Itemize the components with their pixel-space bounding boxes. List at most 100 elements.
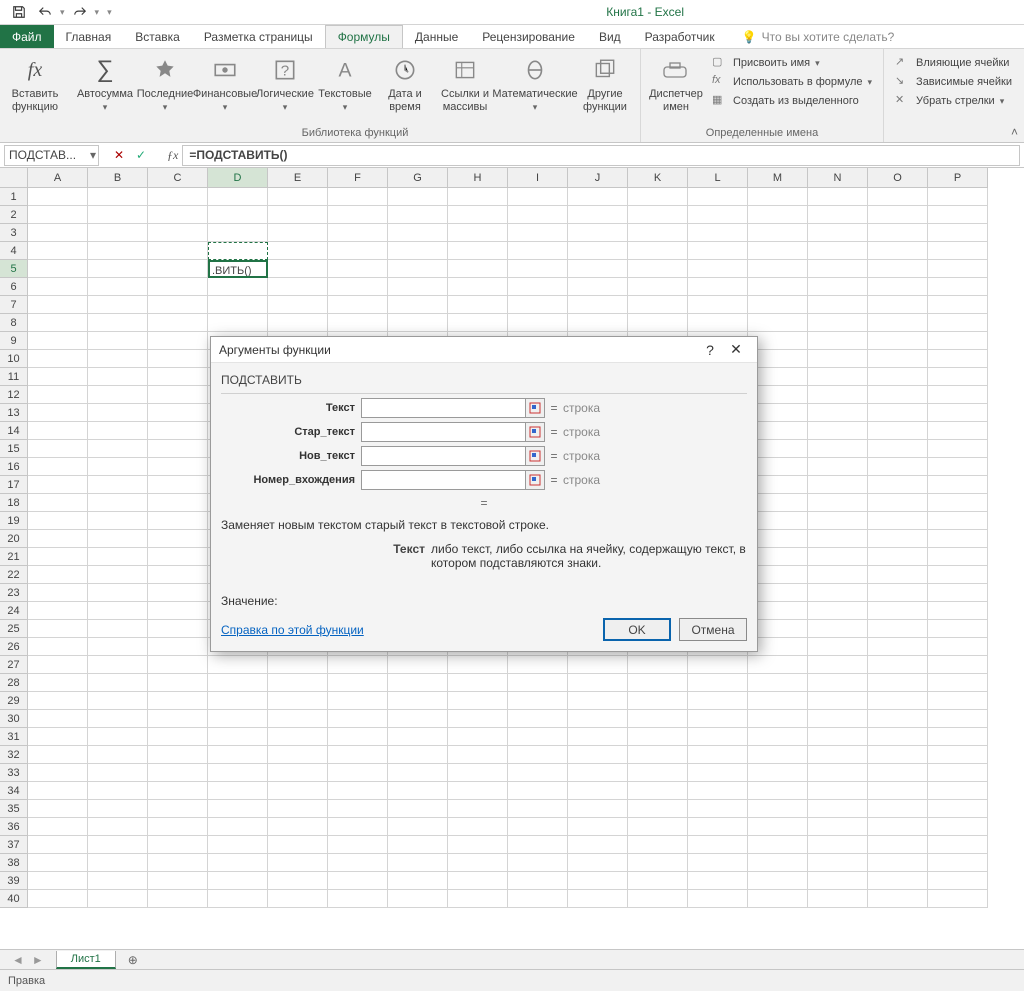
cell-O2[interactable] bbox=[868, 206, 928, 224]
cell-M2[interactable] bbox=[748, 206, 808, 224]
cell-E8[interactable] bbox=[268, 314, 328, 332]
cell-P34[interactable] bbox=[928, 782, 988, 800]
arg-ref-picker-1[interactable] bbox=[525, 422, 545, 442]
cell-N25[interactable] bbox=[808, 620, 868, 638]
cell-N28[interactable] bbox=[808, 674, 868, 692]
cell-J39[interactable] bbox=[568, 872, 628, 890]
cell-A3[interactable] bbox=[28, 224, 88, 242]
cell-G40[interactable] bbox=[388, 890, 448, 908]
cell-N37[interactable] bbox=[808, 836, 868, 854]
namebox-dd-icon[interactable]: ▾ bbox=[90, 148, 96, 162]
row-header-7[interactable]: 7 bbox=[0, 296, 28, 314]
cell-B21[interactable] bbox=[88, 548, 148, 566]
cell-H2[interactable] bbox=[448, 206, 508, 224]
cell-A19[interactable] bbox=[28, 512, 88, 530]
cell-A20[interactable] bbox=[28, 530, 88, 548]
cell-O15[interactable] bbox=[868, 440, 928, 458]
tell-me[interactable]: 💡 Что вы хотите сделать? bbox=[727, 25, 895, 48]
row-header-11[interactable]: 11 bbox=[0, 368, 28, 386]
cell-G29[interactable] bbox=[388, 692, 448, 710]
cell-J8[interactable] bbox=[568, 314, 628, 332]
cell-A33[interactable] bbox=[28, 764, 88, 782]
cell-H34[interactable] bbox=[448, 782, 508, 800]
cell-C9[interactable] bbox=[148, 332, 208, 350]
cell-K27[interactable] bbox=[628, 656, 688, 674]
cell-J6[interactable] bbox=[568, 278, 628, 296]
cell-N27[interactable] bbox=[808, 656, 868, 674]
cell-G32[interactable] bbox=[388, 746, 448, 764]
col-header-K[interactable]: K bbox=[628, 168, 688, 188]
cell-O38[interactable] bbox=[868, 854, 928, 872]
cell-E4[interactable] bbox=[268, 242, 328, 260]
lookup-button[interactable]: Ссылки и массивы bbox=[436, 52, 494, 114]
tab-insert[interactable]: Вставка bbox=[123, 25, 192, 48]
cell-J34[interactable] bbox=[568, 782, 628, 800]
cell-J31[interactable] bbox=[568, 728, 628, 746]
cell-O1[interactable] bbox=[868, 188, 928, 206]
cell-O32[interactable] bbox=[868, 746, 928, 764]
cell-C19[interactable] bbox=[148, 512, 208, 530]
cell-D2[interactable] bbox=[208, 206, 268, 224]
cell-K40[interactable] bbox=[628, 890, 688, 908]
remove-arrows-button[interactable]: ✕Убрать стрелки ▾ bbox=[890, 92, 1017, 110]
col-header-H[interactable]: H bbox=[448, 168, 508, 188]
cell-O6[interactable] bbox=[868, 278, 928, 296]
cell-L32[interactable] bbox=[688, 746, 748, 764]
cell-H33[interactable] bbox=[448, 764, 508, 782]
cell-C35[interactable] bbox=[148, 800, 208, 818]
cell-I4[interactable] bbox=[508, 242, 568, 260]
arg-input-1[interactable] bbox=[361, 422, 526, 442]
cell-B9[interactable] bbox=[88, 332, 148, 350]
row-header-25[interactable]: 25 bbox=[0, 620, 28, 638]
cell-E40[interactable] bbox=[268, 890, 328, 908]
col-header-J[interactable]: J bbox=[568, 168, 628, 188]
col-header-C[interactable]: C bbox=[148, 168, 208, 188]
cell-F30[interactable] bbox=[328, 710, 388, 728]
cell-O39[interactable] bbox=[868, 872, 928, 890]
cell-L28[interactable] bbox=[688, 674, 748, 692]
row-header-22[interactable]: 22 bbox=[0, 566, 28, 584]
cell-K35[interactable] bbox=[628, 800, 688, 818]
cell-C32[interactable] bbox=[148, 746, 208, 764]
cell-J32[interactable] bbox=[568, 746, 628, 764]
cell-G5[interactable] bbox=[388, 260, 448, 278]
row-header-26[interactable]: 26 bbox=[0, 638, 28, 656]
cell-B16[interactable] bbox=[88, 458, 148, 476]
formula-cancel-icon[interactable]: ✕ bbox=[109, 145, 129, 165]
cell-O25[interactable] bbox=[868, 620, 928, 638]
use-in-formula-button[interactable]: fxИспользовать в формуле ▾ bbox=[707, 73, 877, 91]
cell-C1[interactable] bbox=[148, 188, 208, 206]
cell-A28[interactable] bbox=[28, 674, 88, 692]
cell-N33[interactable] bbox=[808, 764, 868, 782]
cell-F4[interactable] bbox=[328, 242, 388, 260]
cell-G36[interactable] bbox=[388, 818, 448, 836]
cell-H38[interactable] bbox=[448, 854, 508, 872]
cell-E36[interactable] bbox=[268, 818, 328, 836]
financial-button[interactable]: Финансовые▾ bbox=[196, 52, 254, 114]
cell-C7[interactable] bbox=[148, 296, 208, 314]
cell-F32[interactable] bbox=[328, 746, 388, 764]
cell-B19[interactable] bbox=[88, 512, 148, 530]
cell-O3[interactable] bbox=[868, 224, 928, 242]
cell-M35[interactable] bbox=[748, 800, 808, 818]
cell-K31[interactable] bbox=[628, 728, 688, 746]
row-header-28[interactable]: 28 bbox=[0, 674, 28, 692]
cell-G4[interactable] bbox=[388, 242, 448, 260]
row-header-27[interactable]: 27 bbox=[0, 656, 28, 674]
cell-O23[interactable] bbox=[868, 584, 928, 602]
cell-G7[interactable] bbox=[388, 296, 448, 314]
cell-F2[interactable] bbox=[328, 206, 388, 224]
dialog-help-link[interactable]: Справка по этой функции bbox=[221, 623, 364, 637]
cell-G28[interactable] bbox=[388, 674, 448, 692]
cell-C31[interactable] bbox=[148, 728, 208, 746]
cell-J37[interactable] bbox=[568, 836, 628, 854]
cell-G3[interactable] bbox=[388, 224, 448, 242]
tab-view[interactable]: Вид bbox=[587, 25, 633, 48]
cell-C33[interactable] bbox=[148, 764, 208, 782]
cell-G30[interactable] bbox=[388, 710, 448, 728]
cell-C23[interactable] bbox=[148, 584, 208, 602]
col-header-G[interactable]: G bbox=[388, 168, 448, 188]
cell-I31[interactable] bbox=[508, 728, 568, 746]
cell-E28[interactable] bbox=[268, 674, 328, 692]
cell-L38[interactable] bbox=[688, 854, 748, 872]
